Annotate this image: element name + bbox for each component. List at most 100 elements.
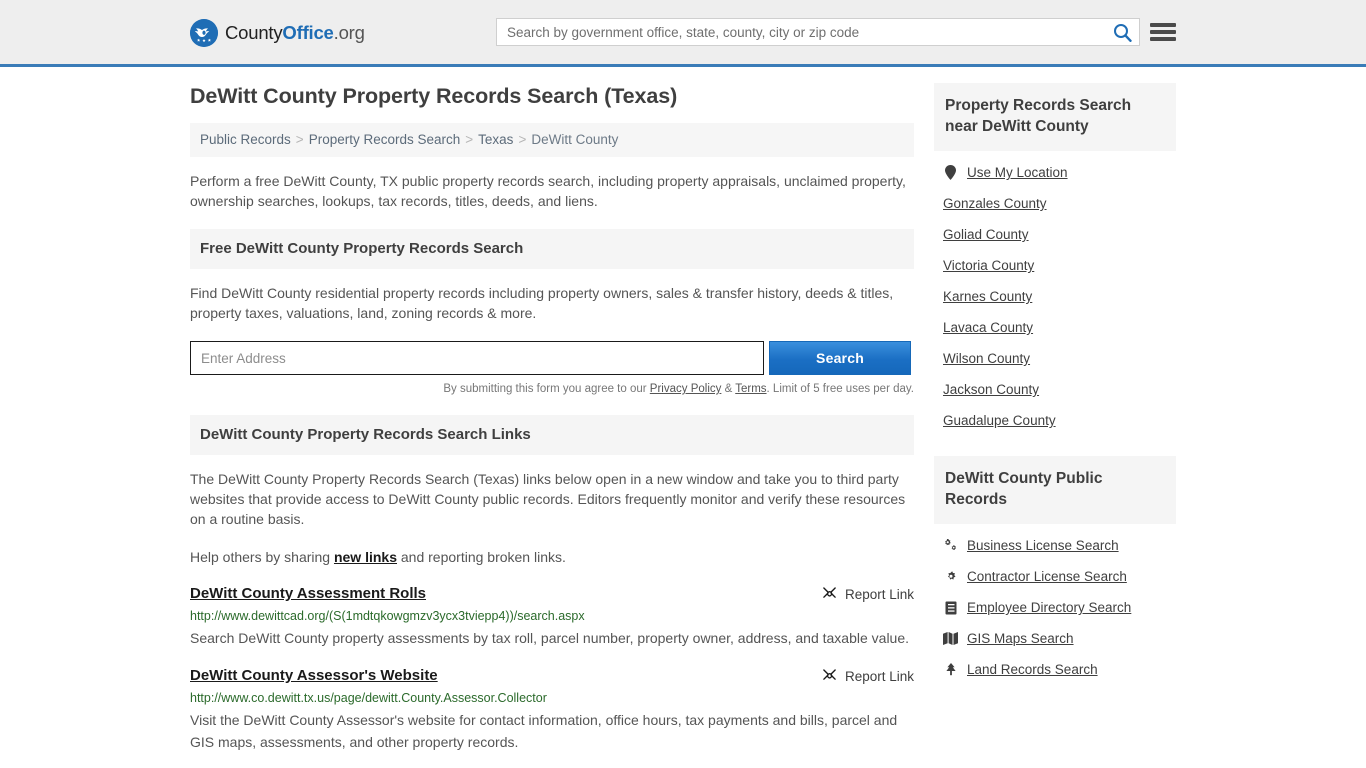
brand-text-org: .org — [333, 21, 365, 43]
sidebar-link-label[interactable]: Land Records Search — [967, 662, 1098, 677]
search-button[interactable]: Search — [769, 341, 911, 375]
link-result-header: DeWitt County Assessor's Website Report … — [190, 667, 914, 685]
sidebar-link-label[interactable]: Gonzales County — [943, 196, 1047, 211]
links-section-heading: DeWitt County Property Records Search Li… — [190, 415, 914, 455]
report-link-label: Report Link — [844, 668, 914, 684]
form-disclaimer: By submitting this form you agree to our… — [190, 383, 914, 395]
link-result-item: DeWitt County Assessment Rolls Report Li… — [190, 585, 914, 649]
id-card-icon — [943, 600, 958, 615]
link-result-header: DeWitt County Assessment Rolls Report Li… — [190, 585, 914, 603]
brand-wordmark: CountyOffice.org — [225, 21, 365, 43]
nearby-search-box: Property Records Search near DeWitt Coun… — [934, 83, 1176, 436]
free-search-description: Find DeWitt County residential property … — [190, 285, 894, 321]
sidebar-item-employee-directory-search[interactable]: Employee Directory Search — [934, 592, 1176, 623]
free-search-section-heading: Free DeWitt County Property Records Sear… — [190, 229, 914, 269]
hamburger-menu-icon[interactable] — [1150, 19, 1176, 45]
help-prefix: Help others by sharing — [190, 549, 334, 565]
new-links-link[interactable]: new links — [334, 549, 397, 565]
report-link-button[interactable]: Report Link — [802, 667, 914, 685]
map-pin-icon — [943, 165, 958, 180]
map-icon — [943, 631, 958, 646]
broken-link-icon — [822, 667, 837, 685]
sidebar-item-jackson-county[interactable]: Jackson County — [934, 374, 1176, 405]
sidebar: Property Records Search near DeWitt Coun… — [934, 67, 1176, 753]
breadcrumb: Public Records > Property Records Search > T… — [190, 123, 914, 157]
breadcrumb-item-property-records-search[interactable]: Property Records Search — [309, 132, 461, 147]
sidebar-item-wilson-county[interactable]: Wilson County — [934, 343, 1176, 374]
address-input[interactable] — [190, 341, 764, 375]
sidebar-link-label[interactable]: Employee Directory Search — [967, 600, 1131, 615]
global-search-bar[interactable] — [496, 18, 1140, 46]
sidebar-link-label[interactable]: Goliad County — [943, 227, 1029, 242]
sidebar-link-label[interactable]: Lavaca County — [943, 320, 1033, 335]
report-link-label: Report Link — [844, 586, 914, 602]
link-result-description: Search DeWitt County property assessment… — [190, 630, 910, 646]
public-records-box: DeWitt County Public Records Business Li… — [934, 456, 1176, 685]
sidebar-item-land-records-search[interactable]: Land Records Search — [934, 654, 1176, 685]
intro-paragraph: Perform a free DeWitt County, TX public … — [190, 173, 906, 209]
link-result-url[interactable]: http://www.co.dewitt.tx.us/page/dewitt.C… — [190, 691, 914, 706]
sidebar-link-label[interactable]: GIS Maps Search — [967, 631, 1074, 646]
nearby-county-list: Use My Location Gonzales County Goliad C… — [934, 151, 1176, 436]
link-result-item: DeWitt County Assessor's Website Report … — [190, 667, 914, 753]
brand-text-county: County — [225, 21, 283, 43]
sidebar-link-label[interactable]: Use My Location — [967, 165, 1068, 180]
breadcrumb-separator: > — [518, 132, 527, 147]
privacy-policy-link[interactable]: Privacy Policy — [650, 383, 722, 395]
hamburger-bar — [1150, 30, 1176, 34]
cogs-icon — [943, 538, 958, 553]
sidebar-item-lavaca-county[interactable]: Lavaca County — [934, 312, 1176, 343]
breadcrumb-item-texas[interactable]: Texas — [478, 132, 513, 147]
site-logo[interactable]: CountyOffice.org — [190, 19, 365, 47]
sidebar-item-business-license-search[interactable]: Business License Search — [934, 530, 1176, 561]
sidebar-item-gonzales-county[interactable]: Gonzales County — [934, 188, 1176, 219]
address-search-form: Search — [190, 341, 914, 375]
search-icon[interactable] — [1105, 19, 1139, 45]
breadcrumb-item-public-records[interactable]: Public Records — [200, 132, 291, 147]
breadcrumb-separator: > — [465, 132, 474, 147]
sidebar-item-victoria-county[interactable]: Victoria County — [934, 250, 1176, 281]
hamburger-bar — [1150, 23, 1176, 27]
link-result-description: Visit the DeWitt County Assessor's websi… — [190, 712, 898, 750]
breadcrumb-separator: > — [295, 132, 304, 147]
global-search-input[interactable] — [497, 19, 1105, 45]
site-header: CountyOffice.org — [0, 0, 1366, 67]
sidebar-link-label[interactable]: Victoria County — [943, 258, 1034, 273]
tree-icon — [943, 662, 958, 677]
countyoffice-eagle-logo-icon — [190, 19, 218, 47]
link-result-url[interactable]: http://www.dewittcad.org/(S(1mdtqkowgmzv… — [190, 609, 914, 624]
hamburger-bar — [1150, 37, 1176, 41]
brand-text-office: Office — [282, 21, 334, 43]
main-column: DeWitt County Property Records Search (T… — [190, 67, 914, 753]
sidebar-link-label[interactable]: Guadalupe County — [943, 413, 1056, 428]
sidebar-item-use-my-location[interactable]: Use My Location — [934, 157, 1176, 188]
broken-link-icon — [822, 585, 837, 603]
breadcrumb-item-dewitt-county[interactable]: DeWitt County — [531, 132, 618, 147]
help-share-paragraph: Help others by sharing new links and rep… — [190, 547, 914, 567]
page-title: DeWitt County Property Records Search (T… — [190, 84, 678, 108]
link-result-title[interactable]: DeWitt County Assessment Rolls — [190, 585, 426, 603]
sidebar-link-label[interactable]: Karnes County — [943, 289, 1032, 304]
disclaimer-prefix: By submitting this form you agree to our — [443, 383, 650, 395]
page-body: DeWitt County Property Records Search (T… — [0, 67, 1366, 753]
sidebar-link-label[interactable]: Business License Search — [967, 538, 1119, 553]
public-records-list: Business License Search Contractor Licen… — [934, 524, 1176, 685]
sidebar-link-label[interactable]: Jackson County — [943, 382, 1039, 397]
report-link-button[interactable]: Report Link — [802, 585, 914, 603]
sidebar-link-label[interactable]: Contractor License Search — [967, 569, 1127, 584]
public-records-heading: DeWitt County Public Records — [934, 456, 1176, 524]
sidebar-item-gis-maps-search[interactable]: GIS Maps Search — [934, 623, 1176, 654]
link-result-title[interactable]: DeWitt County Assessor's Website — [190, 667, 438, 685]
disclaimer-suffix: . Limit of 5 free uses per day. — [766, 383, 914, 395]
sidebar-item-karnes-county[interactable]: Karnes County — [934, 281, 1176, 312]
cog-icon — [943, 569, 958, 584]
links-section-paragraph: The DeWitt County Property Records Searc… — [190, 471, 906, 527]
help-suffix: and reporting broken links. — [397, 549, 566, 565]
terms-link[interactable]: Terms — [735, 383, 766, 395]
sidebar-item-guadalupe-county[interactable]: Guadalupe County — [934, 405, 1176, 436]
sidebar-item-contractor-license-search[interactable]: Contractor License Search — [934, 561, 1176, 592]
sidebar-item-goliad-county[interactable]: Goliad County — [934, 219, 1176, 250]
sidebar-link-label[interactable]: Wilson County — [943, 351, 1030, 366]
nearby-search-heading: Property Records Search near DeWitt Coun… — [934, 83, 1176, 151]
disclaimer-amp: & — [721, 383, 736, 395]
